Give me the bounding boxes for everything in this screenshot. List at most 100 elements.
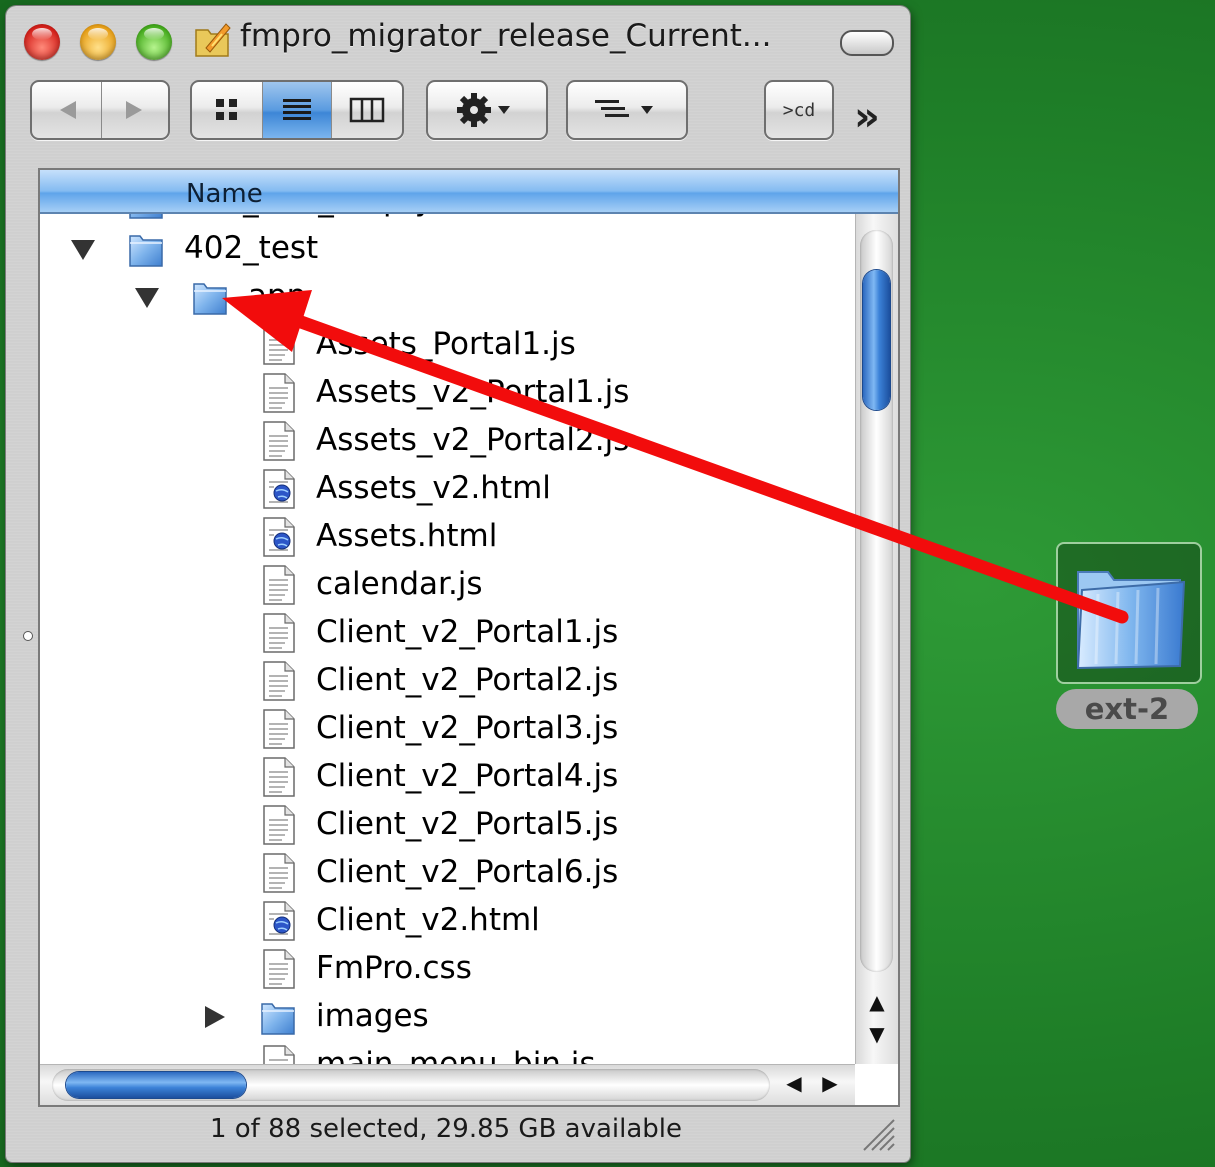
scroll-up-arrow[interactable]: ▲ (862, 990, 892, 1016)
file-row[interactable]: Assets_Portal1.js (40, 318, 855, 366)
file-list-view: Name 402_test_empty 402_testappAssets_Por… (38, 168, 900, 1107)
chevron-down-icon (498, 106, 510, 114)
horizontal-scroll-track[interactable] (52, 1069, 770, 1101)
window-title: fmpro_migrator_release_Current... (240, 18, 772, 54)
file-row[interactable]: Client_v2_Portal6.js (40, 846, 855, 894)
vertical-scroll-thumb[interactable] (863, 270, 890, 410)
file-row[interactable]: Client_v2_Portal3.js (40, 702, 855, 750)
text-file-icon (258, 324, 298, 366)
text-file-icon (258, 420, 298, 462)
file-name-label: app (248, 278, 307, 314)
arrange-icon (595, 100, 653, 117)
back-button[interactable] (33, 82, 101, 138)
disclosure-triangle-expanded-icon[interactable] (132, 282, 162, 312)
file-name-label: main_menu_bin.js (316, 1046, 596, 1064)
folder-icon (126, 214, 166, 222)
html-file-icon (258, 900, 298, 942)
list-view-icon (283, 99, 311, 120)
vertical-scrollbar[interactable]: ▲ ▼ (855, 214, 898, 1064)
horizontal-scroll-thumb[interactable] (66, 1072, 246, 1098)
resize-grip-icon[interactable] (856, 1112, 896, 1152)
file-name-label: 402_test (184, 230, 319, 266)
text-file-icon (258, 612, 298, 654)
folder-row[interactable]: 402_test_empty (40, 214, 855, 222)
window-edge-dot (24, 632, 32, 640)
scroll-corner (855, 1064, 898, 1105)
file-row[interactable]: Client_v2_Portal1.js (40, 606, 855, 654)
scroll-left-arrow[interactable]: ◀ (780, 1071, 808, 1099)
forward-arrow-icon (125, 101, 142, 119)
status-text: 1 of 88 selected, 29.85 GB available (209, 1114, 683, 1144)
desktop-folder-ext-2[interactable] (1056, 542, 1202, 684)
folder-icon (190, 276, 230, 318)
titlebar[interactable]: fmpro_migrator_release_Current... (6, 6, 910, 68)
html-file-icon (258, 468, 298, 510)
file-list-rows: 402_test_empty 402_testappAssets_Portal1.… (40, 214, 855, 1064)
close-button[interactable] (24, 24, 60, 60)
file-name-label: Client_v2.html (316, 902, 540, 938)
file-row[interactable]: Assets_v2.html (40, 462, 855, 510)
file-row[interactable]: Client_v2_Portal4.js (40, 750, 855, 798)
action-menu-button[interactable] (426, 80, 548, 140)
file-name-label: Client_v2_Portal5.js (316, 806, 619, 842)
folder-row[interactable]: images (40, 990, 855, 1038)
list-view-button[interactable] (262, 82, 331, 138)
file-row[interactable]: Client_v2_Portal2.js (40, 654, 855, 702)
file-name-label: Assets_Portal1.js (316, 326, 576, 362)
toolbar-toggle-button[interactable] (840, 30, 894, 56)
zoom-button[interactable] (136, 24, 172, 60)
desktop-folder-label: ext-2 (1056, 689, 1198, 729)
icon-view-button[interactable] (192, 82, 262, 138)
view-mode-control (190, 80, 404, 140)
file-row[interactable]: Assets.html (40, 510, 855, 558)
folder-row[interactable]: app (40, 270, 855, 318)
scroll-right-arrow[interactable]: ▶ (816, 1071, 844, 1099)
column-view-button[interactable] (331, 82, 402, 138)
minimize-button[interactable] (80, 24, 116, 60)
text-file-icon (258, 372, 298, 414)
file-name-label: Client_v2_Portal2.js (316, 662, 619, 698)
text-file-icon (258, 660, 298, 702)
disclosure-triangle-collapsed-icon[interactable] (198, 1002, 228, 1032)
file-name-label: calendar.js (316, 566, 483, 602)
folder-proxy-icon[interactable] (192, 18, 234, 60)
name-column-label: Name (186, 179, 263, 209)
file-row[interactable]: Assets_v2_Portal2.js (40, 414, 855, 462)
text-file-icon (258, 852, 298, 894)
file-row[interactable]: Client_v2_Portal5.js (40, 798, 855, 846)
folder-icon (258, 996, 298, 1038)
text-file-icon (258, 708, 298, 750)
file-row[interactable]: Assets_v2_Portal1.js (40, 366, 855, 414)
file-name-label: images (316, 998, 429, 1034)
disclosure-triangle-collapsed-icon[interactable] (68, 214, 98, 216)
status-bar: 1 of 88 selected, 29.85 GB available (6, 1106, 910, 1156)
text-file-icon (258, 756, 298, 798)
arrange-menu-button[interactable] (566, 80, 688, 140)
gear-icon (457, 93, 510, 127)
file-name-label: Client_v2_Portal3.js (316, 710, 619, 746)
text-file-icon (258, 564, 298, 606)
file-name-label: FmPro.css (316, 950, 472, 986)
file-name-label: Client_v2_Portal4.js (316, 758, 619, 794)
column-view-icon (349, 97, 385, 123)
file-row[interactable]: Client_v2.html (40, 894, 855, 942)
file-row[interactable]: calendar.js (40, 558, 855, 606)
forward-button[interactable] (100, 82, 168, 138)
back-arrow-icon (59, 101, 76, 119)
file-name-label: 402_test_empty (184, 214, 433, 218)
toolbar-overflow-button[interactable]: » (854, 94, 880, 140)
file-row[interactable]: FmPro.css (40, 942, 855, 990)
disclosure-triangle-expanded-icon[interactable] (68, 234, 98, 264)
file-name-label: Assets_v2_Portal2.js (316, 422, 630, 458)
back-forward-control (30, 80, 170, 140)
name-column-header[interactable]: Name (40, 170, 898, 214)
folder-row[interactable]: 402_test (40, 222, 855, 270)
cd-button[interactable]: >cd (764, 80, 834, 140)
horizontal-scrollbar[interactable]: ◀ ▶ (40, 1064, 855, 1105)
folder-icon (126, 228, 166, 270)
scroll-down-arrow[interactable]: ▼ (862, 1022, 892, 1048)
vertical-scroll-track[interactable] (860, 230, 893, 972)
file-row[interactable]: main_menu_bin.js (40, 1038, 855, 1064)
file-name-label: Assets_v2_Portal1.js (316, 374, 630, 410)
text-file-icon (258, 948, 298, 990)
